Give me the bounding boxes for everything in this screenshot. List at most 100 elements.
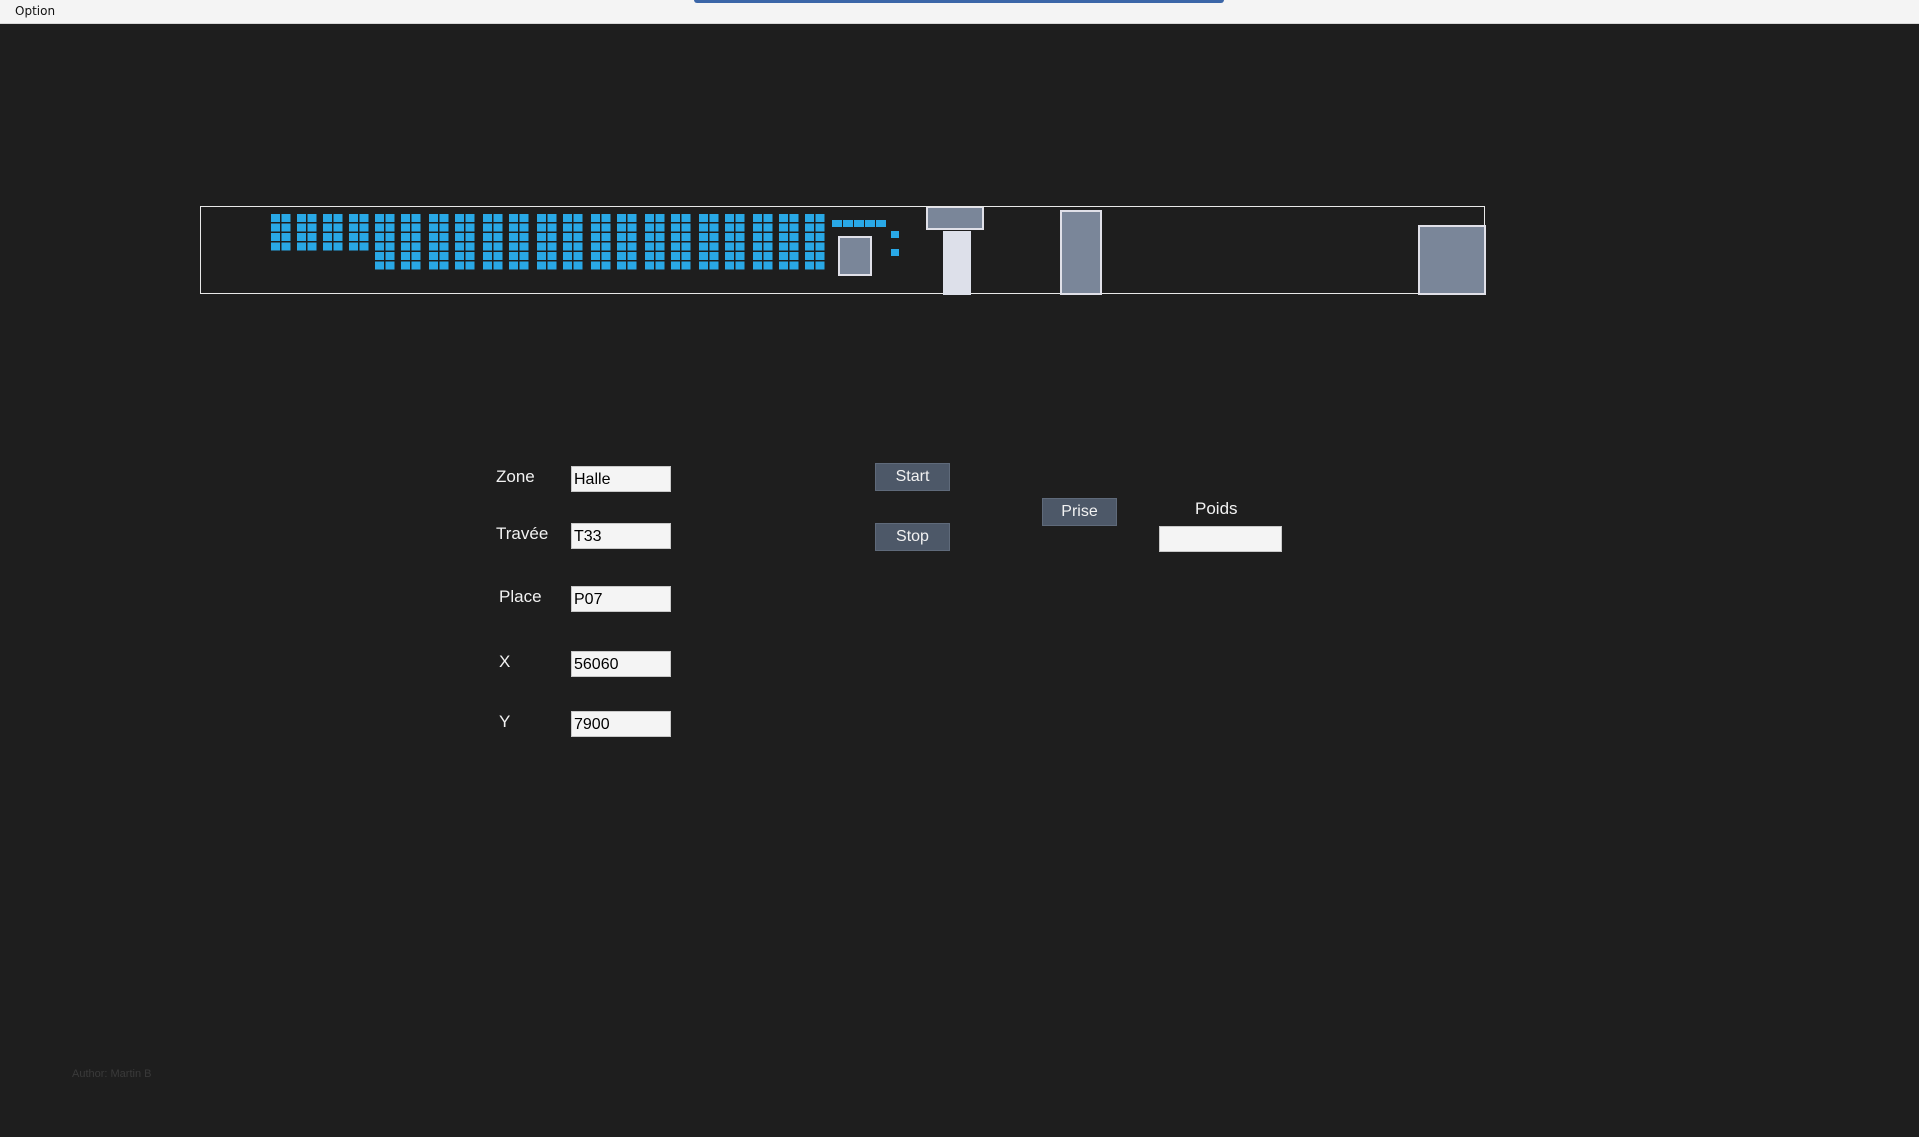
- storage-slot: [645, 242, 654, 251]
- storage-slot: [401, 252, 410, 260]
- storage-slot: [465, 223, 475, 232]
- stop-button[interactable]: Stop: [875, 523, 950, 551]
- tall-equipment: [1060, 210, 1102, 295]
- storage-slot: [439, 233, 449, 241]
- storage-slot: [601, 261, 611, 270]
- storage-slot: [385, 223, 395, 232]
- storage-slot: [307, 233, 317, 241]
- storage-slot: [591, 223, 600, 232]
- storage-slot: [779, 214, 788, 222]
- storage-slot: [333, 242, 343, 251]
- storage-slot: [439, 261, 449, 270]
- storage-slot: [699, 242, 708, 251]
- storage-slot: [789, 233, 799, 241]
- storage-slot: [789, 214, 799, 222]
- storage-slot: [483, 242, 492, 251]
- storage-slot: [455, 233, 464, 241]
- storage-slot: [429, 242, 438, 251]
- poids-label: Poids: [1195, 499, 1238, 518]
- storage-slot: [493, 233, 503, 241]
- place-field[interactable]: [571, 586, 671, 612]
- storage-slot: [411, 233, 421, 241]
- storage-slot: [627, 261, 637, 270]
- storage-slot: [385, 233, 395, 241]
- storage-slot: [401, 233, 410, 241]
- storage-slot: [537, 214, 546, 222]
- storage-slot: [709, 261, 719, 270]
- storage-slot: [627, 252, 637, 260]
- storage-slot: [709, 233, 719, 241]
- storage-slot: [735, 242, 745, 251]
- place-label: Place: [499, 587, 542, 606]
- storage-slot: [735, 252, 745, 260]
- storage-slot: [547, 242, 557, 251]
- storage-slot: [854, 220, 864, 227]
- storage-slot: [709, 242, 719, 251]
- storage-slot: [297, 242, 306, 251]
- storage-slot: [429, 252, 438, 260]
- storage-slot: [563, 261, 572, 270]
- zone-field[interactable]: [571, 466, 671, 492]
- storage-slot: [655, 261, 665, 270]
- storage-slot: [645, 214, 654, 222]
- storage-slot: [681, 242, 691, 251]
- storage-slot: [333, 223, 343, 232]
- window-title-strip: [694, 0, 1224, 3]
- storage-slot: [401, 223, 410, 232]
- x-field[interactable]: [571, 651, 671, 677]
- menu-bar: Option: [0, 0, 1919, 24]
- storage-slot: [281, 214, 291, 222]
- storage-slot: [307, 223, 317, 232]
- storage-slot: [843, 220, 853, 227]
- storage-slot: [699, 214, 708, 222]
- storage-slot: [627, 242, 637, 251]
- storage-slot: [891, 231, 899, 238]
- storage-slot: [725, 233, 734, 241]
- storage-slot: [591, 233, 600, 241]
- storage-slot: [271, 242, 280, 251]
- storage-slot: [411, 252, 421, 260]
- storage-slot: [509, 214, 518, 222]
- storage-slot: [281, 242, 291, 251]
- storage-slot: [271, 223, 280, 232]
- poids-field[interactable]: [1159, 526, 1282, 552]
- storage-slot: [385, 252, 395, 260]
- storage-slot: [655, 252, 665, 260]
- small-equipment-box: [838, 236, 872, 276]
- storage-slot: [439, 242, 449, 251]
- storage-slot: [411, 242, 421, 251]
- storage-slot: [681, 214, 691, 222]
- storage-slot: [465, 242, 475, 251]
- storage-slot: [519, 223, 529, 232]
- storage-slot: [805, 252, 814, 260]
- storage-slot: [591, 242, 600, 251]
- travee-label: Travée: [496, 524, 549, 543]
- storage-slot: [681, 223, 691, 232]
- storage-slot: [815, 223, 825, 232]
- storage-slot: [789, 261, 799, 270]
- storage-slot: [519, 261, 529, 270]
- storage-slot: [655, 242, 665, 251]
- storage-slot: [725, 242, 734, 251]
- storage-slot: [411, 214, 421, 222]
- storage-slot: [815, 242, 825, 251]
- storage-slot: [617, 214, 626, 222]
- travee-field[interactable]: [571, 523, 671, 549]
- storage-slot: [725, 252, 734, 260]
- y-field[interactable]: [571, 711, 671, 737]
- storage-slot: [455, 252, 464, 260]
- storage-slot: [375, 233, 384, 241]
- menu-option[interactable]: Option: [15, 4, 55, 18]
- storage-slot: [865, 220, 875, 227]
- prise-button[interactable]: Prise: [1042, 498, 1117, 526]
- storage-slot: [671, 242, 680, 251]
- storage-slot: [455, 242, 464, 251]
- storage-slot: [547, 223, 557, 232]
- storage-slot: [573, 233, 583, 241]
- storage-slot: [671, 252, 680, 260]
- storage-slot: [815, 214, 825, 222]
- storage-slot: [815, 252, 825, 260]
- storage-slot: [753, 233, 762, 241]
- start-button[interactable]: Start: [875, 463, 950, 491]
- storage-slot: [763, 214, 773, 222]
